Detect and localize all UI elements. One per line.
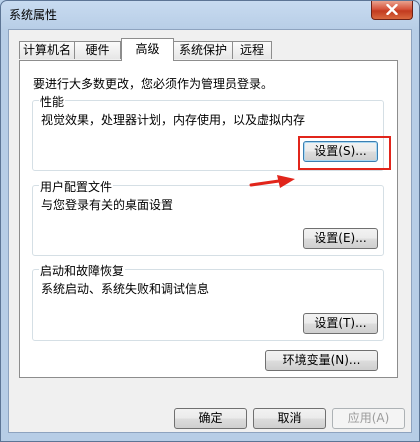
tab-system-protection[interactable]: 系统保护 bbox=[173, 41, 233, 59]
user-profiles-title: 用户配置文件 bbox=[39, 178, 114, 195]
window-title: 系统属性 bbox=[9, 8, 58, 22]
startup-recovery-description: 系统启动、系统失败和调试信息 bbox=[41, 282, 210, 296]
admin-notice: 要进行大多数更改，您必须作为管理员登录。 bbox=[33, 77, 274, 91]
cancel-button[interactable]: 取消 bbox=[253, 408, 326, 429]
user-profiles-settings-button[interactable]: 设置(E)... bbox=[303, 228, 378, 249]
user-profiles-group: 用户配置文件 与您登录有关的桌面设置 设置(E)... bbox=[32, 178, 384, 256]
tab-computer-name[interactable]: 计算机名 bbox=[19, 41, 75, 59]
close-button[interactable] bbox=[371, 1, 413, 20]
tab-label: 计算机名 bbox=[22, 43, 71, 57]
tab-label: 高级 bbox=[135, 42, 160, 56]
tab-label: 远程 bbox=[239, 43, 264, 57]
tab-advanced[interactable]: 高级 bbox=[121, 38, 174, 61]
advanced-tab-panel: 要进行大多数更改，您必须作为管理员登录。 性能 视觉效果，处理器计划，内存使用，… bbox=[19, 60, 398, 378]
startup-recovery-title: 启动和故障恢复 bbox=[39, 262, 126, 279]
tab-hardware[interactable]: 硬件 bbox=[74, 41, 121, 59]
performance-description: 视觉效果，处理器计划，内存使用，以及虚拟内存 bbox=[41, 113, 306, 127]
startup-recovery-settings-button[interactable]: 设置(T)... bbox=[303, 313, 378, 334]
annotation-highlight-box bbox=[298, 136, 391, 170]
startup-recovery-group: 启动和故障恢复 系统启动、系统失败和调试信息 设置(T)... bbox=[32, 262, 384, 341]
system-properties-window: 系统属性 计算机名 硬件 高级 系统保护 远程 要进行大多数更改，您必须作为管理… bbox=[0, 0, 420, 442]
tab-remote[interactable]: 远程 bbox=[232, 41, 272, 59]
dialog-client-area: 计算机名 硬件 高级 系统保护 远程 要进行大多数更改，您必须作为管理员登录。 … bbox=[8, 29, 412, 433]
apply-button[interactable]: 应用(A) bbox=[332, 408, 405, 429]
annotation-arrow bbox=[249, 175, 295, 188]
tab-label: 硬件 bbox=[85, 43, 110, 57]
ok-button[interactable]: 确定 bbox=[174, 408, 247, 429]
tab-label: 系统保护 bbox=[178, 43, 227, 57]
close-icon bbox=[386, 4, 398, 15]
environment-variables-button[interactable]: 环境变量(N)... bbox=[265, 350, 378, 371]
title-bar[interactable]: 系统属性 bbox=[1, 1, 419, 27]
performance-title: 性能 bbox=[39, 93, 66, 110]
user-profiles-description: 与您登录有关的桌面设置 bbox=[41, 198, 174, 212]
